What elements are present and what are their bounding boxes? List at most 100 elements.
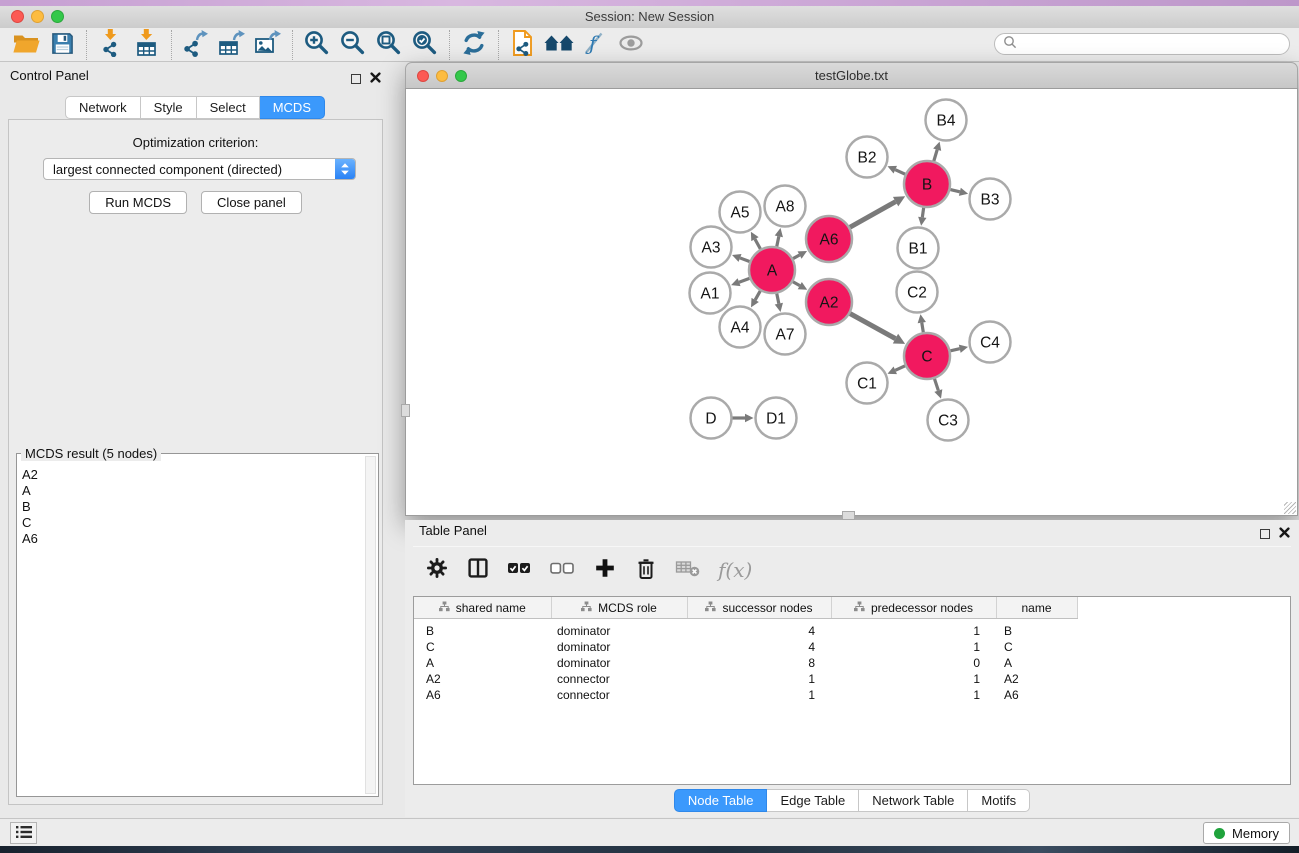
edge-C-C4[interactable] [950,345,968,353]
memory-button[interactable]: Memory [1203,822,1290,844]
node-B[interactable]: B [904,161,950,207]
node-A[interactable]: A [749,247,795,293]
node-A2[interactable]: A2 [806,279,852,325]
table-cell[interactable]: B [414,619,551,640]
export-image-button[interactable] [251,30,285,60]
table-cell[interactable]: connector [551,671,687,687]
mcds-result-item[interactable]: C [22,515,362,531]
task-history-button[interactable] [10,822,37,844]
table-cell[interactable]: 8 [687,655,831,671]
edge-C-C2[interactable] [918,314,926,332]
export-table-button[interactable] [215,30,249,60]
float-table-panel-icon[interactable] [1260,529,1270,539]
run-mcds-button[interactable]: Run MCDS [89,191,187,214]
network-zoom-button[interactable] [455,70,467,82]
mcds-result-item[interactable]: A [22,483,362,499]
edge-A-A5[interactable] [751,232,761,249]
home-button[interactable] [542,30,576,60]
node-C1[interactable]: C1 [847,363,888,404]
column-header-successor-nodes[interactable]: successor nodes [687,597,831,619]
tab-mcds[interactable]: MCDS [260,96,325,119]
tab-network[interactable]: Network [65,96,141,119]
table-cell[interactable]: A2 [414,671,551,687]
node-B2[interactable]: B2 [847,137,888,178]
edge-A-A2[interactable] [793,282,807,290]
open-folder-button[interactable] [9,30,43,60]
bottom-splitter-handle[interactable] [842,511,855,520]
edge-C-C1[interactable] [888,366,906,374]
node-C2[interactable]: C2 [897,272,938,313]
network-window-titlebar[interactable]: testGlobe.txt [405,62,1298,88]
float-panel-icon[interactable] [351,74,361,84]
close-table-panel-icon[interactable] [1279,525,1290,543]
table-cell[interactable]: connector [551,687,687,703]
node-D[interactable]: D [691,398,732,439]
edge-B-B1[interactable] [918,208,926,226]
table-row[interactable]: Adominator80A [414,655,1290,671]
table-tab-network-table[interactable]: Network Table [859,789,968,812]
node-A3[interactable]: A3 [691,227,732,268]
import-table-button[interactable] [130,30,164,60]
table-cell[interactable]: B [996,619,1077,640]
edge-B-B2[interactable] [888,166,906,174]
resize-grip[interactable] [1284,502,1296,514]
node-C3[interactable]: C3 [928,400,969,441]
clone-network-button[interactable] [506,30,540,60]
zoom-fit-button[interactable] [372,30,406,60]
network-canvas[interactable]: B4B2BB3A8A5A6A3B1AC2A1A2A4A7C4CC1DD1C3 [405,88,1298,516]
table-cell[interactable]: C [996,639,1077,655]
table-cell[interactable]: 1 [687,687,831,703]
add-button[interactable] [593,556,617,584]
table-cell[interactable]: A6 [414,687,551,703]
table-cell[interactable]: A [996,655,1077,671]
zoom-selected-button[interactable] [408,30,442,60]
node-A7[interactable]: A7 [765,314,806,355]
table-cell[interactable]: A2 [996,671,1077,687]
edge-A6-B[interactable] [850,196,905,227]
node-B4[interactable]: B4 [926,100,967,141]
import-network-button[interactable] [94,30,128,60]
table-cell[interactable]: A6 [996,687,1077,703]
table-cell[interactable]: dominator [551,639,687,655]
node-C4[interactable]: C4 [970,322,1011,363]
edge-A-A8[interactable] [775,228,783,246]
table-cell[interactable]: 4 [687,619,831,640]
table-tab-motifs[interactable]: Motifs [968,789,1030,812]
delete-button[interactable] [634,556,658,584]
table-cell[interactable]: 1 [687,671,831,687]
close-panel-button[interactable]: Close panel [201,191,302,214]
close-window-button[interactable] [11,10,24,23]
node-A8[interactable]: A8 [765,186,806,227]
edge-A-A3[interactable] [732,254,749,262]
edge-D-D1[interactable] [733,414,754,422]
table-tab-node-table[interactable]: Node Table [674,789,768,812]
tab-style[interactable]: Style [141,96,197,119]
result-list-scrollbar[interactable] [365,456,376,794]
node-C[interactable]: C [904,333,950,379]
table-tab-edge-table[interactable]: Edge Table [767,789,859,812]
columns-button[interactable] [466,556,490,584]
table-row[interactable]: A2connector11A2 [414,671,1290,687]
toggle-graphics-details-button[interactable]: ƒ [578,30,612,60]
column-header-predecessor-nodes[interactable]: predecessor nodes [831,597,996,619]
table-cell[interactable]: dominator [551,619,687,640]
tab-select[interactable]: Select [197,96,260,119]
search-field[interactable] [994,33,1290,55]
table-cell[interactable]: A [414,655,551,671]
edge-B-B4[interactable] [933,142,941,161]
select-all-button[interactable] [507,556,533,584]
table-row[interactable]: Cdominator41C [414,639,1290,655]
table-cell[interactable]: 4 [687,639,831,655]
edge-C-C3[interactable] [934,379,942,399]
node-B3[interactable]: B3 [970,179,1011,220]
node-A1[interactable]: A1 [690,273,731,314]
table-row[interactable]: A6connector11A6 [414,687,1290,703]
node-A4[interactable]: A4 [720,307,761,348]
refresh-button[interactable] [457,30,491,60]
table-cell[interactable]: dominator [551,655,687,671]
deselect-all-button[interactable] [550,556,576,584]
close-panel-icon[interactable] [370,70,381,88]
node-D1[interactable]: D1 [756,398,797,439]
mcds-result-item[interactable]: A6 [22,531,362,547]
zoom-out-button[interactable] [336,30,370,60]
